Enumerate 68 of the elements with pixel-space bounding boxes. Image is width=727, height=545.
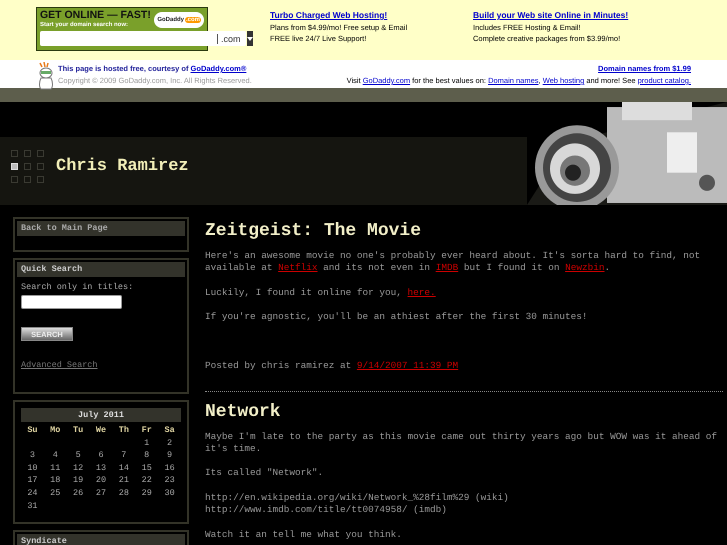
calendar-day: 2 bbox=[158, 436, 181, 450]
post-paragraph: Here's an awesome movie no one's probably ever heard about. It's sorta hard to find, not available at Netflix and its not even in IMDB but I found it on Newzbin. bbox=[205, 250, 702, 275]
calendar-day: 8 bbox=[135, 449, 158, 462]
post-footer: Posted by chris ramirez at 9/14/2007 11:39 PM bbox=[205, 360, 723, 371]
ad-headline: GET ONLINE — FAST! bbox=[40, 10, 151, 21]
post-title: Network bbox=[205, 402, 282, 422]
search-field[interactable] bbox=[21, 295, 122, 309]
panel-heading: Syndicate bbox=[17, 534, 185, 545]
weekday-label: Su bbox=[26, 424, 39, 437]
calendar-day: 17 bbox=[21, 474, 44, 487]
dropdown-button[interactable] bbox=[246, 31, 253, 46]
calendar-day: 19 bbox=[66, 474, 90, 487]
calendar-day: 25 bbox=[44, 486, 67, 500]
link[interactable]: here. bbox=[408, 286, 436, 298]
calendar-day: 13 bbox=[90, 462, 112, 474]
panel-heading: Quick Search bbox=[17, 262, 185, 277]
calendar-day: 31 bbox=[21, 500, 44, 512]
calendar-day: 23 bbox=[158, 474, 181, 487]
post-paragraph: Watch it an tell me what you think. bbox=[205, 528, 403, 542]
post-paragraph: Its called "Network". bbox=[205, 467, 324, 480]
calendar-day: 5 bbox=[66, 449, 90, 462]
calendar-day: 27 bbox=[90, 486, 112, 500]
calendar-day: 16 bbox=[158, 462, 181, 474]
post-title: Zeitgeist: The Movie bbox=[205, 221, 422, 241]
post-paragraph: If you're agnostic, you'll be an athiest after the first 30 minutes! bbox=[205, 311, 589, 324]
calendar-day: 30 bbox=[158, 486, 181, 500]
link[interactable]: 9/14/2007 11:39 PM bbox=[356, 360, 458, 371]
calendar-day: 18 bbox=[44, 474, 67, 487]
calendar-day: 12 bbox=[66, 462, 90, 474]
calendar-day: 6 bbox=[90, 449, 112, 462]
calendar-day: 20 bbox=[90, 474, 112, 487]
offer-link[interactable]: Build your Web site Online in Minutes! bbox=[473, 9, 676, 22]
calendar-day: 14 bbox=[112, 462, 136, 474]
calendar-day: 29 bbox=[135, 486, 158, 500]
grid-squares-icon bbox=[11, 150, 44, 183]
calendar-day: 7 bbox=[112, 449, 136, 462]
post-paragraph: Luckily, I found it online for you, here. bbox=[205, 286, 437, 300]
calendar-day: 24 bbox=[21, 486, 44, 500]
calendar-month: July 2011 bbox=[21, 408, 181, 422]
post-paragraph: Maybe I'm late to the party as this movie came out thirty years ago but WOW was it ahead of it's time. bbox=[205, 430, 718, 456]
calendar-day: 1 bbox=[135, 436, 158, 450]
post-paragraph: http://en.wikipedia.org/wiki/Network_%28film%29 (wiki) http://www.imdb.com/title/tt0074958/ (imdb) bbox=[205, 492, 510, 517]
calendar-day: 10 bbox=[21, 462, 44, 474]
search-label: Search only in titles: bbox=[21, 282, 134, 292]
link[interactable]: Netflix bbox=[278, 262, 318, 274]
calendar-day: 3 bbox=[21, 449, 44, 462]
offer-link[interactable]: Turbo Charged Web Hosting! bbox=[270, 9, 473, 22]
calendar-day: 21 bbox=[112, 474, 136, 487]
calendar-day: 26 bbox=[66, 486, 90, 500]
caret-icon bbox=[246, 36, 253, 40]
calendar-day: 15 bbox=[135, 462, 158, 474]
calendar-day: 22 bbox=[135, 474, 158, 487]
calendar-day: 28 bbox=[112, 486, 136, 500]
link[interactable]: Newzbin bbox=[565, 262, 604, 274]
weekday-label: Fr bbox=[140, 424, 153, 437]
weekday-label: Tu bbox=[72, 424, 84, 437]
calendar-day: 9 bbox=[158, 449, 181, 462]
calendar-day: 11 bbox=[44, 462, 67, 474]
weekday-label: Mo bbox=[49, 424, 62, 437]
weekday-label: We bbox=[94, 424, 108, 437]
back-link[interactable]: Back to Main Page bbox=[17, 221, 185, 236]
calendar-day: 4 bbox=[44, 449, 67, 462]
weekday-label: Th bbox=[118, 424, 130, 437]
domain-search-field[interactable]: .com bbox=[40, 31, 246, 46]
link[interactable]: IMDB bbox=[436, 262, 458, 274]
advanced-search-link[interactable]: Advanced Search bbox=[21, 360, 98, 370]
weekday-label: Sa bbox=[163, 424, 176, 437]
blog-title: Chris Ramirez bbox=[56, 157, 189, 176]
